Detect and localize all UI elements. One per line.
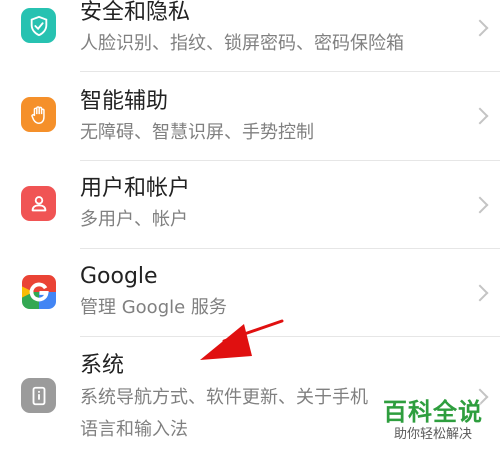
item-subtitle: 无障碍、智慧识屏、手势控制 bbox=[80, 122, 314, 143]
item-title: 系统 bbox=[80, 353, 125, 378]
item-title: 用户和帐户 bbox=[80, 176, 191, 201]
item-subtitle: 人脸识别、指纹、锁屏密码、密码保险箱 bbox=[80, 33, 404, 54]
item-title: 安全和隐私 bbox=[80, 0, 191, 25]
hand-icon bbox=[21, 97, 56, 132]
item-subtitle: 多用户、帐户 bbox=[80, 209, 188, 230]
item-title: Google bbox=[80, 264, 158, 289]
chevron-right-icon bbox=[471, 19, 489, 37]
item-title: 智能辅助 bbox=[80, 89, 169, 114]
shield-check-icon bbox=[21, 8, 56, 43]
item-subtitle-line2: 语言和输入法 bbox=[80, 419, 188, 440]
google-icon bbox=[21, 274, 56, 309]
chevron-right-icon bbox=[471, 284, 489, 302]
chevron-right-icon bbox=[471, 107, 489, 125]
settings-item-smart-assist[interactable]: 智能辅助 无障碍、智慧识屏、手势控制 bbox=[0, 72, 500, 160]
item-subtitle-line1: 系统导航方式、软件更新、关于手机 bbox=[80, 387, 368, 408]
settings-item-security-privacy[interactable]: 安全和隐私 人脸识别、指纹、锁屏密码、密码保险箱 bbox=[0, 0, 500, 70]
settings-item-users-accounts[interactable]: 用户和帐户 多用户、帐户 bbox=[0, 161, 500, 249]
user-icon bbox=[21, 186, 56, 221]
settings-item-google[interactable]: Google 管理 Google 服务 bbox=[0, 249, 500, 337]
watermark-logo: 百科全说 助你轻松解决 bbox=[378, 398, 488, 444]
chevron-right-icon bbox=[471, 196, 489, 214]
phone-info-icon bbox=[21, 378, 56, 413]
item-subtitle: 管理 Google 服务 bbox=[80, 297, 227, 318]
watermark-title: 百科全说 bbox=[383, 398, 483, 426]
watermark-subtitle: 助你轻松解决 bbox=[393, 427, 472, 442]
